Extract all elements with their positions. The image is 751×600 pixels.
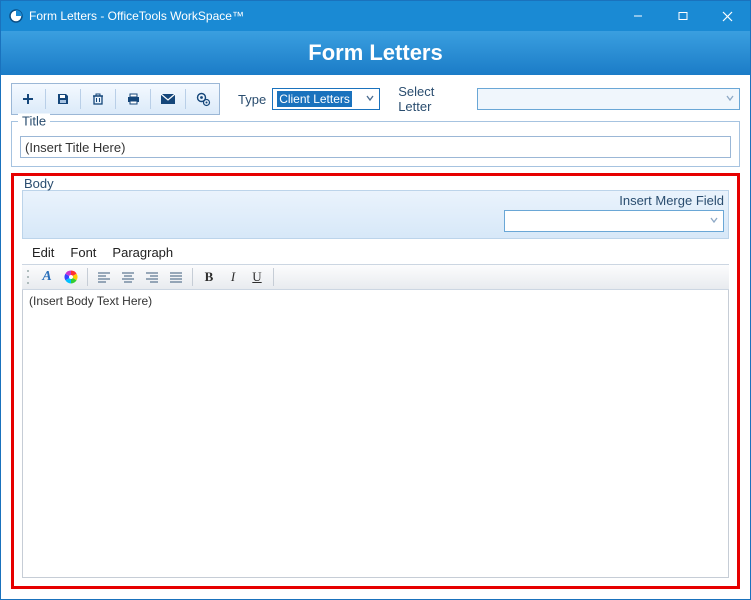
font-a-icon: A [42,269,51,285]
merge-field-row: Insert Merge Field [22,190,729,239]
bold-button[interactable]: B [198,267,220,287]
align-left-icon [97,271,111,283]
bold-icon: B [205,269,214,285]
title-legend: Title [18,114,50,129]
body-text: (Insert Body Text Here) [29,294,152,308]
email-icon [160,93,176,105]
font-style-button[interactable]: A [36,267,58,287]
chevron-down-icon [725,93,735,103]
toolbar-separator [80,89,81,109]
app-icon [9,9,23,23]
toolbar-separator [45,89,46,109]
chevron-down-icon [365,93,375,103]
menu-font[interactable]: Font [70,245,96,260]
align-justify-button[interactable] [165,267,187,287]
titlebar: Form Letters - OfficeTools WorkSpace™ [1,1,750,31]
email-button[interactable] [155,87,181,111]
app-window: Form Letters - OfficeTools WorkSpace™ Fo… [0,0,751,600]
toolbar-separator [115,89,116,109]
menu-paragraph[interactable]: Paragraph [112,245,173,260]
editor-separator [87,268,88,286]
maximize-button[interactable] [660,1,705,31]
italic-button[interactable]: I [222,267,244,287]
toolbar-separator [150,89,151,109]
plus-icon [21,92,35,106]
title-groupbox: Title [11,121,740,167]
editor-menu: Edit Font Paragraph [22,239,729,264]
type-selected: Client Letters [277,91,352,107]
print-icon [126,92,141,106]
select-letter-label: Select Letter [398,84,470,114]
toolbar-row: Type Client Letters Select Letter [11,83,740,115]
window-controls [615,1,750,31]
window-title: Form Letters - OfficeTools WorkSpace™ [29,9,615,23]
align-left-button[interactable] [93,267,115,287]
icon-toolbar [11,83,220,115]
underline-button[interactable]: U [246,267,268,287]
color-wheel-icon [63,269,79,285]
toolbar-grip [26,269,30,285]
editor-toolbar: A [22,264,729,290]
type-dropdown[interactable]: Client Letters [272,88,380,110]
underline-icon: U [252,269,261,285]
gear-icon [196,92,211,107]
align-justify-icon [169,271,183,283]
save-icon [56,92,70,106]
body-groupbox: Body Insert Merge Field Edit Font Paragr… [11,173,740,589]
merge-field-dropdown[interactable] [504,210,724,232]
body-legend: Body [24,176,54,191]
content-area: Type Client Letters Select Letter [1,75,750,599]
menu-edit[interactable]: Edit [32,245,54,260]
select-letter-group: Select Letter [398,84,740,114]
type-label: Type [238,92,266,107]
toolbar-separator [185,89,186,109]
body-inner: Insert Merge Field Edit Font Paragraph [22,190,729,578]
select-letter-dropdown[interactable] [477,88,740,110]
merge-field-label: Insert Merge Field [619,193,724,208]
page-banner: Form Letters [1,31,750,75]
delete-button[interactable] [85,87,111,111]
settings-button[interactable] [190,87,216,111]
italic-icon: I [231,269,235,285]
trash-icon [91,92,105,106]
editor-separator [273,268,274,286]
minimize-button[interactable] [615,1,660,31]
align-right-icon [145,271,159,283]
type-group: Type Client Letters [238,88,380,110]
align-center-icon [121,271,135,283]
print-button[interactable] [120,87,146,111]
font-color-button[interactable] [60,267,82,287]
align-right-button[interactable] [141,267,163,287]
editor-separator [192,268,193,286]
save-button[interactable] [50,87,76,111]
body-textarea[interactable]: (Insert Body Text Here) [22,290,729,578]
new-button[interactable] [15,87,41,111]
close-button[interactable] [705,1,750,31]
banner-heading: Form Letters [308,40,442,66]
align-center-button[interactable] [117,267,139,287]
chevron-down-icon [709,215,719,225]
title-input[interactable] [20,136,731,158]
